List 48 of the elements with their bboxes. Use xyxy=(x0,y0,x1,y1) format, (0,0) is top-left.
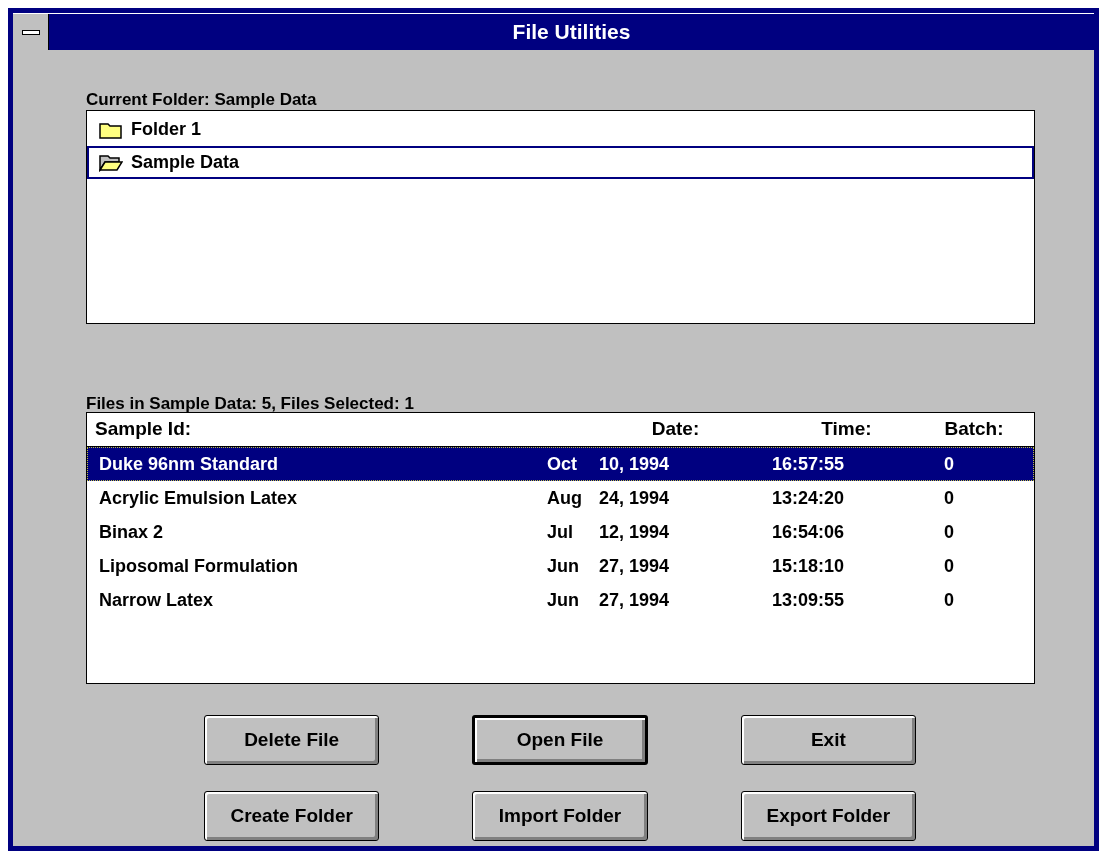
table-cell-text: Narrow Latex xyxy=(98,588,215,612)
table-cell-text: Liposomal Formulation xyxy=(98,554,299,578)
file-row[interactable]: Duke 96nm Standard Oct 10, 1994 16:57:55 0 xyxy=(87,447,1034,481)
file-row[interactable]: Binax 2 Jul 12, 1994 16:54:06 0 xyxy=(87,515,1034,549)
system-menu-button[interactable] xyxy=(13,14,49,50)
table-cell-text: 0 xyxy=(943,452,955,476)
table-cell-text: Aug xyxy=(547,486,583,510)
table-cell-text: 13:09:55 xyxy=(771,588,846,612)
files-count-label: Files in Sample Data: 5, Files Selected: 1 xyxy=(86,394,415,414)
table-cell-text: Jun xyxy=(547,588,580,612)
table-cell-text: Acrylic Emulsion Latex xyxy=(98,486,299,510)
table-cell-text: Jul xyxy=(547,520,574,544)
dialog-button[interactable]: Export Folder xyxy=(740,791,916,841)
table-cell-text: 27, 1994 xyxy=(599,588,671,612)
table-cell-text: Oct xyxy=(547,452,578,476)
table-cell-text: 16:54:06 xyxy=(771,520,846,544)
dialog-button[interactable]: Delete File xyxy=(204,715,380,765)
folder-icon xyxy=(99,120,123,139)
table-cell-text: 27, 1994 xyxy=(599,554,671,578)
file-row[interactable]: Liposomal Formulation Jun 27, 1994 15:18:10 0 xyxy=(87,549,1034,583)
dialog-button[interactable]: Import Folder xyxy=(472,791,648,841)
table-cell-text: 24, 1994 xyxy=(599,486,671,510)
table-cell-text: 0 xyxy=(943,588,955,612)
table-cell-text: Duke 96nm Standard xyxy=(98,452,280,476)
sample-id-header[interactable]: Sample Id: xyxy=(87,415,552,444)
dialog-button[interactable]: Exit xyxy=(740,715,916,765)
file-row[interactable]: Acrylic Emulsion Latex Aug 24, 1994 13:24:20 0 xyxy=(87,481,1034,515)
date-header[interactable]: Date: xyxy=(552,415,759,444)
table-cell-text: 16:57:55 xyxy=(771,452,846,476)
table-cell-text: 12, 1994 xyxy=(599,520,671,544)
table-cell-text: 15:18:10 xyxy=(771,554,846,578)
window-title: File Utilities xyxy=(512,19,631,46)
dialog-button[interactable]: Create Folder xyxy=(204,791,380,841)
minus-icon xyxy=(21,29,40,35)
table-cell-text: Jun xyxy=(547,554,580,578)
table-cell-text: 0 xyxy=(943,554,955,578)
file-row[interactable]: Narrow Latex Jun 27, 1994 13:09:55 0 xyxy=(87,583,1034,617)
table-cell-text: 13:24:20 xyxy=(771,486,846,510)
table-cell-text: Binax 2 xyxy=(98,520,165,544)
dialog-button[interactable]: Open File xyxy=(472,715,648,765)
batch-header[interactable]: Batch: xyxy=(914,415,1034,444)
table-cell-text: 10, 1994 xyxy=(599,452,671,476)
open-folder-icon xyxy=(99,153,123,172)
current-folder-label: Current Folder: Sample Data xyxy=(86,90,318,110)
folder-item[interactable]: Sample Data xyxy=(87,146,1034,179)
table-cell-text: 0 xyxy=(943,520,955,544)
table-cell-text: 0 xyxy=(943,486,955,510)
time-header[interactable]: Time: xyxy=(759,415,914,444)
